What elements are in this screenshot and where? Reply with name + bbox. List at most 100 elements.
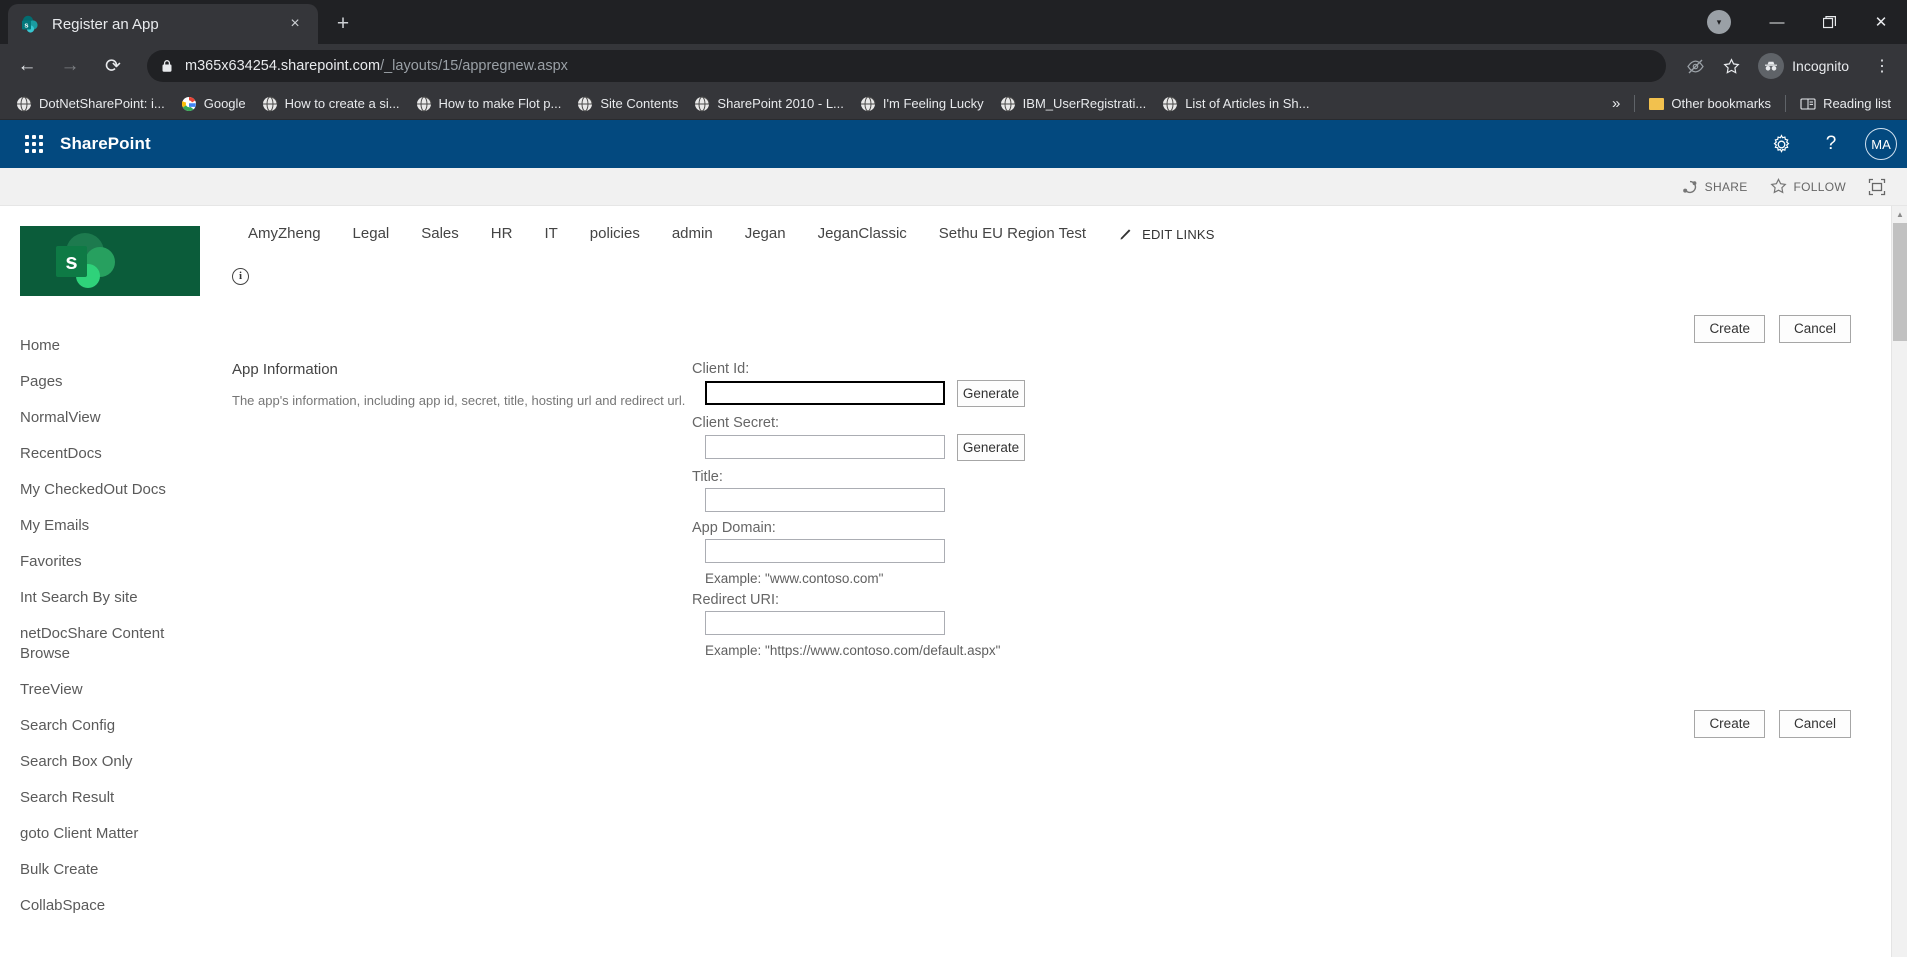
bookmark-label: SharePoint 2010 - L... [717,96,844,111]
share-button[interactable]: SHARE [1673,172,1757,202]
bookmark-item[interactable]: SharePoint 2010 - L... [686,91,851,117]
left-navigation: s Home Pages NormalView RecentDocs My Checke… [0,206,232,957]
bookmark-label: IBM_UserRegistrati... [1022,96,1147,111]
cancel-button-bottom[interactable]: Cancel [1778,709,1851,738]
topnav-item-hr[interactable]: HR [475,212,529,256]
sidebar-item-my-checkedout-docs[interactable]: My CheckedOut Docs [0,472,232,508]
help-icon[interactable]: ? [1809,122,1853,166]
scrollbar-thumb[interactable] [1893,223,1907,341]
page-body: s Home Pages NormalView RecentDocs My Checke… [0,206,1907,957]
bookmark-item[interactable]: IBM_UserRegistrati... [992,91,1155,117]
focus-on-content-icon [1868,178,1886,195]
field-title: Title: [692,469,1907,512]
incognito-label: Incognito [1792,58,1849,74]
app-launcher-icon[interactable] [16,126,52,162]
redirect-uri-input[interactable] [705,610,945,635]
topnav-item-it[interactable]: IT [528,212,573,256]
topnav-item-amyzheng[interactable]: AmyZheng [232,212,337,256]
topnav-item-policies[interactable]: policies [574,212,656,256]
ribbon-bar: SHARE FOLLOW [0,168,1907,206]
topnav-item-legal[interactable]: Legal [337,212,406,256]
app-domain-input[interactable] [705,538,945,563]
other-bookmarks-button[interactable]: Other bookmarks [1641,91,1779,117]
sidebar-item-netdocshare-content-browse[interactable]: netDocShare Content Browse [0,616,232,672]
globe-icon [1162,96,1178,112]
main-content: AmyZheng Legal Sales HR IT policies admin Jegan… [232,206,1907,957]
topnav-item-admin[interactable]: admin [656,212,729,256]
suite-title[interactable]: SharePoint [60,134,151,154]
incognito-icon [1758,53,1785,79]
follow-label: FOLLOW [1793,179,1846,194]
bookmark-item[interactable]: Google [173,91,254,117]
svg-text:s: s [24,21,28,30]
avatar[interactable]: MA [1865,128,1897,160]
scroll-up-arrow-icon[interactable]: ▲ [1892,206,1907,223]
sidebar-item-favorites[interactable]: Favorites [0,544,232,580]
bookmarks-overflow-icon[interactable]: » [1604,95,1628,112]
sidebar-item-int-search-by-site[interactable]: Int Search By site [0,580,232,616]
client-secret-input[interactable] [705,435,945,459]
sidebar-item-treeview[interactable]: TreeView [0,672,232,708]
bookmark-item[interactable]: How to create a si... [254,91,408,117]
info-icon[interactable]: i [232,267,249,285]
browser-tab[interactable]: s Register an App × [8,4,318,44]
bookmark-item[interactable]: List of Articles in Sh... [1154,91,1317,117]
bookmark-item[interactable]: DotNetSharePoint: i... [8,91,173,117]
sharepoint-site-logo: s [20,226,200,296]
back-icon[interactable]: ← [10,49,44,83]
chrome-menu-icon[interactable]: ⋮ [1867,51,1897,81]
field-redirect-uri: Redirect URI: Example: "https://www.conto… [692,592,1907,658]
sidebar-item-pages[interactable]: Pages [0,364,232,400]
page-scrollbar[interactable]: ▲ [1891,206,1907,957]
follow-button[interactable]: FOLLOW [1761,172,1855,202]
minimize-button[interactable]: — [1751,0,1803,44]
bookmark-item[interactable]: How to make Flot p... [408,91,570,117]
topnav-item-jeganclassic[interactable]: JeganClassic [802,212,923,256]
gear-icon[interactable] [1759,122,1803,166]
bookmark-item[interactable]: I'm Feeling Lucky [852,91,992,117]
sidebar-item-recentdocs[interactable]: RecentDocs [0,436,232,472]
reading-list-button[interactable]: Reading list [1792,91,1899,117]
sidebar-item-search-config[interactable]: Search Config [0,708,232,744]
topnav-item-sethu-eu-region-test[interactable]: Sethu EU Region Test [923,212,1102,256]
sidebar-item-my-emails[interactable]: My Emails [0,508,232,544]
url-host: m365x634254.sharepoint.com [185,58,381,74]
divider [1785,95,1787,112]
close-window-button[interactable]: ✕ [1855,0,1907,44]
blocked-eye-icon[interactable] [1680,51,1710,81]
generate-client-id-button[interactable]: Generate [957,379,1025,407]
suite-bar: SharePoint ? MA [0,120,1907,168]
reading-list-label: Reading list [1823,96,1891,111]
client-id-input[interactable] [705,381,945,405]
address-bar[interactable]: m365x634254.sharepoint.com/_layouts/15/a… [147,50,1667,82]
field-row-client-id: Generate [692,379,1907,407]
new-tab-button[interactable]: + [328,9,358,39]
incognito-profile-button[interactable]: Incognito [1754,50,1861,82]
bookmark-star-icon[interactable] [1716,51,1746,81]
chrome-update-icon[interactable]: ▾ [1707,10,1731,34]
globe-icon [577,96,593,112]
sidebar-item-home[interactable]: Home [0,328,232,364]
bookmark-item[interactable]: Site Contents [569,91,686,117]
sidebar-item-bulk-create[interactable]: Bulk Create [0,852,232,888]
cancel-button-top[interactable]: Cancel [1778,314,1851,343]
sidebar-item-normalview[interactable]: NormalView [0,400,232,436]
sidebar-item-search-box-only[interactable]: Search Box Only [0,744,232,780]
topnav-item-sales[interactable]: Sales [405,212,475,256]
forward-icon[interactable]: → [53,49,87,83]
create-button-bottom[interactable]: Create [1694,709,1765,738]
focus-on-content-button[interactable] [1859,172,1895,202]
topnav-item-jegan[interactable]: Jegan [729,212,802,256]
sidebar-item-collabspace[interactable]: CollabSpace [0,888,232,924]
sidebar-item-search-result[interactable]: Search Result [0,780,232,816]
edit-links-button[interactable]: EDIT LINKS [1102,227,1231,242]
maximize-restore-button[interactable] [1803,0,1855,44]
title-input[interactable] [705,487,945,512]
close-tab-icon[interactable]: × [284,13,306,35]
reload-icon[interactable]: ⟳ [96,49,130,83]
tab-strip: s Register an App × + ▾ — ✕ [0,0,1907,44]
bookmark-label: List of Articles in Sh... [1185,96,1310,111]
sidebar-item-goto-client-matter[interactable]: goto Client Matter [0,816,232,852]
create-button-top[interactable]: Create [1694,314,1765,343]
generate-client-secret-button[interactable]: Generate [957,433,1025,461]
